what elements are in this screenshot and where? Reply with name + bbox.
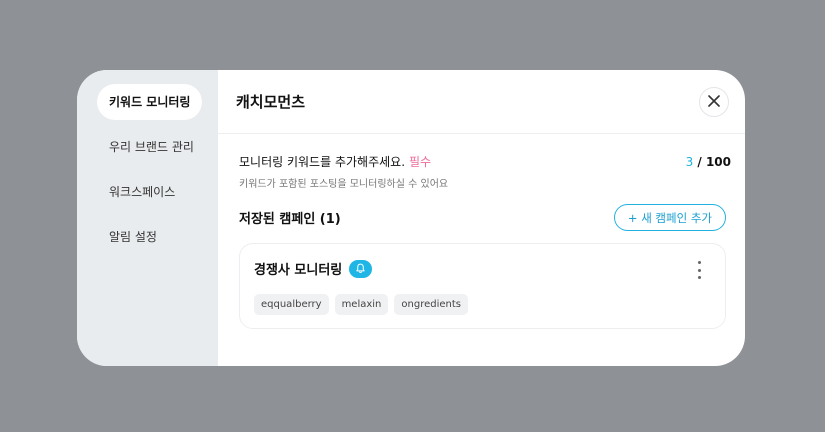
bell-icon bbox=[355, 259, 366, 278]
sidebar: 키워드 모니터링 우리 브랜드 관리 워크스페이스 알림 설정 bbox=[77, 70, 218, 366]
keyword-tag: melaxin bbox=[334, 294, 389, 315]
modal-header: 캐치모먼츠 bbox=[218, 70, 745, 134]
required-marker: 필수 bbox=[409, 155, 432, 169]
keyword-tag: eqqualberry bbox=[254, 294, 329, 315]
keyword-requirement-text: 모니터링 키워드를 추가해주세요. bbox=[239, 155, 406, 169]
sidebar-item-keyword-monitoring[interactable]: 키워드 모니터링 bbox=[97, 84, 203, 120]
sidebar-item-brand-management[interactable]: 우리 브랜드 관리 bbox=[97, 129, 206, 165]
keyword-tag: ongredients bbox=[394, 294, 469, 315]
keyword-count-max: / 100 bbox=[697, 155, 731, 169]
saved-campaigns-title: 저장된 캠페인 (1) bbox=[239, 212, 341, 227]
main-content: 캐치모먼츠 모니터링 키워드를 추가해주세요. 필수 3 / 100 키워드가 … bbox=[218, 70, 745, 366]
campaign-name: 경쟁사 모니터링 bbox=[254, 263, 343, 278]
keyword-description: 키워드가 포함된 포스팅을 모니터링하실 수 있어요 bbox=[239, 179, 449, 190]
modal-body: 모니터링 키워드를 추가해주세요. 필수 3 / 100 키워드가 포함된 포스팅… bbox=[218, 134, 745, 329]
close-icon bbox=[708, 92, 720, 111]
kebab-icon-dot bbox=[697, 276, 701, 279]
add-campaign-button[interactable]: + 새 캠페인 추가 bbox=[613, 204, 726, 231]
campaign-header: 저장된 캠페인 (1) + 새 캠페인 추가 bbox=[239, 204, 731, 231]
kebab-icon-dot bbox=[697, 268, 701, 272]
more-options-button[interactable] bbox=[693, 261, 705, 279]
keyword-requirement-row: 모니터링 키워드를 추가해주세요. 필수 3 / 100 bbox=[239, 153, 731, 170]
notification-toggle[interactable] bbox=[349, 259, 373, 278]
close-button[interactable] bbox=[699, 86, 729, 117]
settings-modal: 키워드 모니터링 우리 브랜드 관리 워크스페이스 알림 설정 캐치모먼츠 모니… bbox=[77, 70, 745, 366]
campaign-card[interactable]: 경쟁사 모니터링 eqqualberry melaxin ongredients bbox=[239, 243, 726, 329]
campaign-title-row: 경쟁사 모니터링 bbox=[254, 259, 711, 278]
keyword-count-current: 3 bbox=[685, 155, 694, 169]
kebab-icon-dot bbox=[697, 261, 701, 264]
sidebar-item-notification-settings[interactable]: 알림 설정 bbox=[97, 219, 169, 255]
sidebar-item-workspace[interactable]: 워크스페이스 bbox=[97, 174, 187, 210]
keyword-counter: 3 / 100 bbox=[686, 155, 731, 169]
keyword-tags: eqqualberry melaxin ongredients bbox=[254, 294, 711, 315]
keyword-requirement: 모니터링 키워드를 추가해주세요. 필수 bbox=[239, 153, 431, 170]
page-title: 캐치모먼츠 bbox=[236, 93, 306, 111]
